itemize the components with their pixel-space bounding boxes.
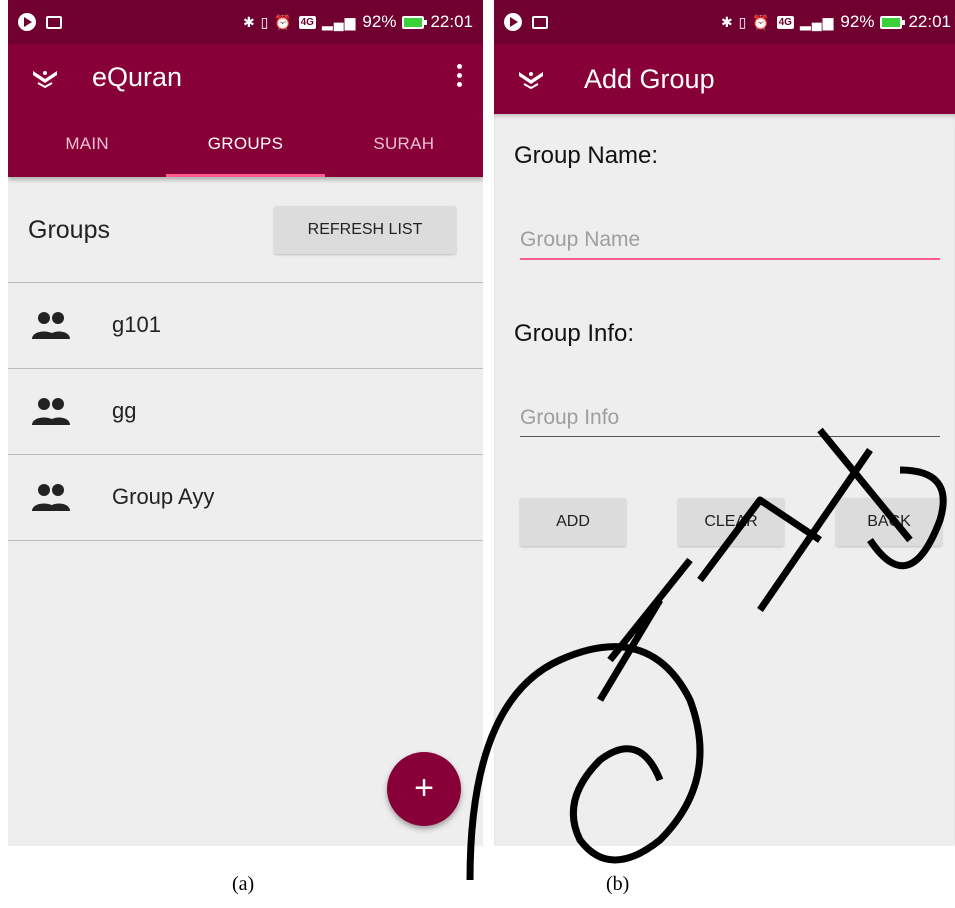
group-name: g101 xyxy=(112,312,161,337)
app-bar: eQuran xyxy=(8,44,483,111)
tab-groups[interactable]: GROUPS xyxy=(166,111,325,177)
signal-icon: ▂▄▆ xyxy=(321,13,357,30)
list-item[interactable]: Group Ayy xyxy=(8,455,483,541)
screen-add-group: ✱ ▯ ⏰ 4G ▂▄▆ 92% 22:01 Add Group Group N… xyxy=(494,0,955,846)
group-icon xyxy=(32,397,70,425)
tab-bar: MAIN GROUPS SURAH xyxy=(8,111,483,177)
gallery-icon xyxy=(532,15,548,29)
tab-main[interactable]: MAIN xyxy=(8,111,166,177)
bluetooth-vibrate-alarm-icons: ✱ ▯ ⏰ xyxy=(720,13,771,30)
group-name-field[interactable]: Group Name xyxy=(520,228,940,260)
group-icon xyxy=(32,311,70,339)
caption-a: (a) xyxy=(232,873,255,895)
caption-b: (b) xyxy=(606,873,630,895)
play-icon xyxy=(504,13,522,31)
network-badge: 4G xyxy=(298,15,316,29)
bluetooth-vibrate-alarm-icons: ✱ ▯ ⏰ xyxy=(242,13,293,30)
battery-percent: 92% xyxy=(840,12,875,31)
list-item[interactable]: g101 xyxy=(8,283,483,369)
groups-title: Groups xyxy=(28,216,110,244)
add-group-form: Group Name: Group Name Group Info: Group… xyxy=(494,114,955,844)
battery-icon xyxy=(880,15,906,29)
groups-header: Groups REFRESH LIST xyxy=(8,177,483,283)
group-name-label: Group Name: xyxy=(514,142,659,169)
quran-logo-icon xyxy=(30,63,60,93)
list-item[interactable]: gg xyxy=(8,369,483,455)
group-name: Group Ayy xyxy=(112,484,215,509)
app-title: eQuran xyxy=(92,62,183,92)
add-button[interactable]: ADD xyxy=(520,498,626,546)
group-info-label: Group Info: xyxy=(514,320,635,347)
clear-button[interactable]: CLEAR xyxy=(678,498,784,546)
gallery-icon xyxy=(46,15,62,29)
group-icon xyxy=(32,483,70,511)
clock: 22:01 xyxy=(908,12,951,31)
overflow-menu-icon[interactable] xyxy=(457,64,463,87)
status-bar: ✱ ▯ ⏰ 4G ▂▄▆ 92% 22:01 xyxy=(494,0,955,44)
tab-surah[interactable]: SURAH xyxy=(325,111,483,177)
screen-groups: ✱ ▯ ⏰ 4G ▂▄▆ 92% 22:01 eQuran MAIN GROUP… xyxy=(8,0,483,846)
group-name: gg xyxy=(112,398,137,423)
add-group-fab[interactable]: + xyxy=(387,752,461,826)
status-bar: ✱ ▯ ⏰ 4G ▂▄▆ 92% 22:01 xyxy=(8,0,483,44)
group-info-field[interactable]: Group Info xyxy=(520,406,940,437)
signal-icon: ▂▄▆ xyxy=(799,13,835,30)
battery-icon xyxy=(402,15,428,29)
app-bar: Add Group xyxy=(494,44,955,114)
app-title: Add Group xyxy=(584,63,715,94)
clock: 22:01 xyxy=(430,12,473,31)
battery-percent: 92% xyxy=(362,12,397,31)
quran-logo-icon xyxy=(516,64,546,94)
network-badge: 4G xyxy=(776,15,794,29)
back-button[interactable]: BACK xyxy=(836,498,942,546)
refresh-list-button[interactable]: REFRESH LIST xyxy=(274,206,456,254)
play-icon xyxy=(18,13,36,31)
